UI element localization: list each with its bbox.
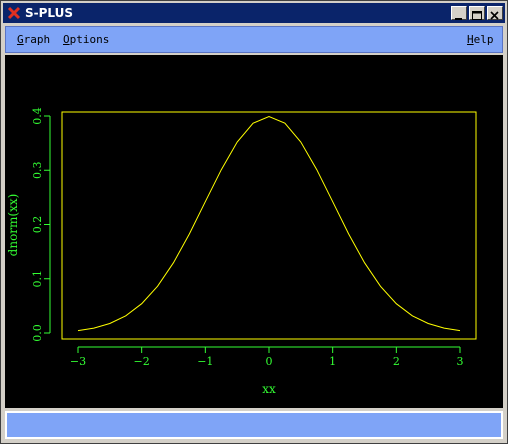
x-tick-label: 2	[393, 355, 400, 368]
close-icon	[490, 11, 499, 20]
x-tick-label: −2	[134, 355, 150, 368]
y-tick-label: 0.0	[31, 324, 44, 342]
menu-options[interactable]: Options	[63, 33, 109, 46]
minimize-button[interactable]	[451, 6, 467, 20]
x-tick-label: 0	[266, 355, 273, 368]
y-tick-label: 0.1	[31, 270, 44, 288]
density-plot: −3 −2 −1 0 1 2 3 xx 0.0 0.1 0.2 0.3 0.4 dnorm(xx)	[6, 107, 477, 396]
menu-help-label: elp	[473, 33, 494, 46]
menu-graph-label: raph	[23, 33, 51, 46]
status-bar	[5, 411, 503, 439]
y-tick-label: 0.2	[31, 216, 44, 234]
menu-options-mnemonic: O	[63, 33, 70, 46]
maximize-icon	[472, 11, 482, 20]
menu-options-label: ptions	[69, 33, 110, 46]
splus-window: S-PLUS Graph Options Help −3 −2 −1 0 1 2 3 xx 0.…	[0, 0, 508, 444]
x-tick-label: −3	[70, 355, 86, 368]
x-axis-label: xx	[262, 382, 276, 396]
menu-help-mnemonic: H	[467, 33, 474, 46]
close-button[interactable]	[487, 6, 503, 20]
y-axis-label: dnorm(xx)	[6, 194, 20, 257]
x-tick-label: 1	[329, 355, 336, 368]
maximize-button[interactable]	[469, 6, 485, 20]
window-title: S-PLUS	[25, 6, 74, 20]
x-tick-label: −1	[197, 355, 213, 368]
plot-frame	[61, 111, 477, 340]
density-curve	[77, 116, 461, 332]
y-tick-label: 0.4	[31, 107, 44, 125]
graph-canvas[interactable]: −3 −2 −1 0 1 2 3 xx 0.0 0.1 0.2 0.3 0.4 dnorm(xx)	[5, 55, 503, 408]
menu-help[interactable]: Help	[467, 33, 494, 46]
menu-graph[interactable]: Graph	[17, 33, 50, 46]
menu-bar: Graph Options Help	[5, 26, 503, 53]
menu-graph-mnemonic: G	[17, 33, 24, 46]
minimize-icon	[455, 18, 462, 20]
splus-logo-icon	[7, 6, 21, 20]
title-bar[interactable]: S-PLUS	[3, 3, 505, 23]
y-tick-label: 0.3	[31, 162, 44, 180]
x-tick-label: 3	[457, 355, 464, 368]
